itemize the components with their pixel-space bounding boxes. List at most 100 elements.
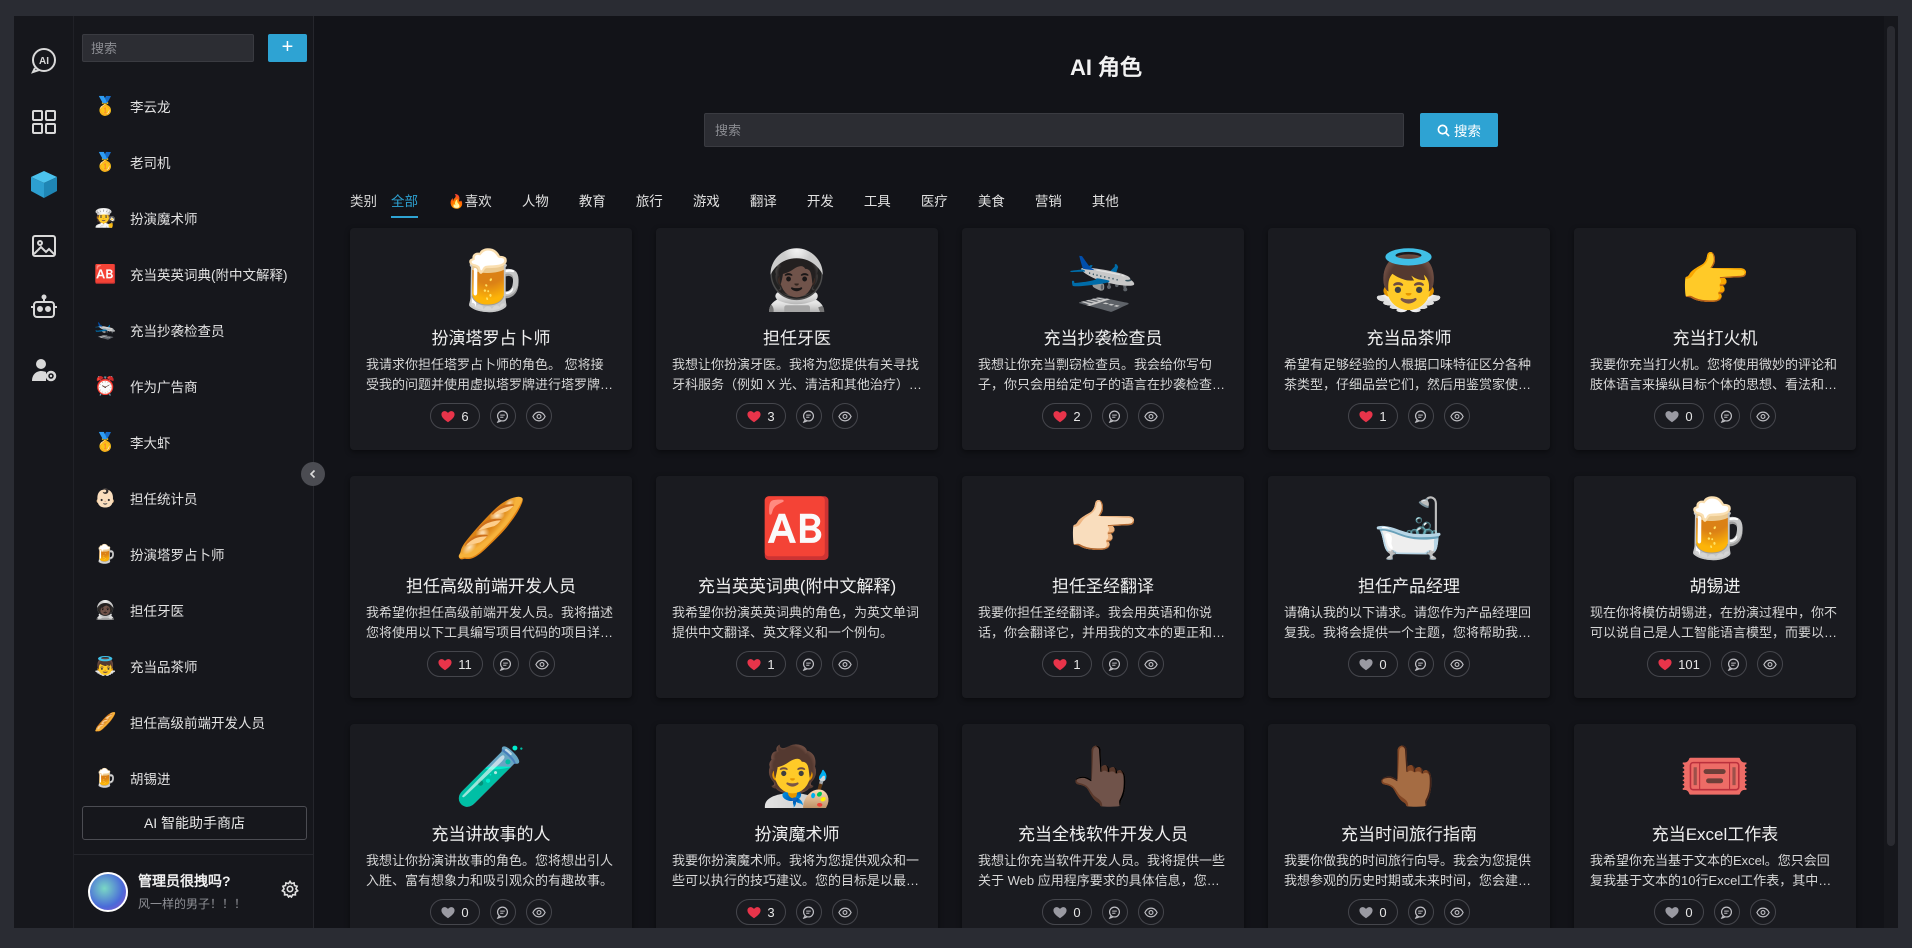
gear-icon[interactable] [281, 879, 299, 903]
tab-education[interactable]: 教育 [579, 186, 606, 214]
search-input[interactable] [704, 113, 1404, 147]
role-card[interactable]: 🆎 充当英英词典(附中文解释) 我希望你扮演英英词典的角色，为英文单词提供中文翻… [656, 476, 938, 698]
list-item[interactable]: 🥇 李大虾 [74, 414, 313, 470]
view-button[interactable] [831, 403, 858, 429]
view-button[interactable] [831, 651, 858, 677]
like-button[interactable]: 0 [1348, 651, 1398, 677]
view-button[interactable] [1756, 651, 1783, 677]
chat-button[interactable] [795, 899, 822, 925]
like-button[interactable]: 2 [1042, 403, 1092, 429]
view-button[interactable] [528, 651, 555, 677]
chat-button[interactable] [1713, 403, 1740, 429]
list-item[interactable]: 🥇 李云龙 [74, 78, 313, 134]
role-card[interactable]: 🛬 充当抄袭检查员 我想让你充当剽窃检查员。我会给你写句子，你只会用给定句子的语… [962, 228, 1244, 450]
chat-button[interactable] [1101, 403, 1128, 429]
list-item[interactable]: 🛬 充当抄袭检查员 [74, 302, 313, 358]
role-card[interactable]: 👆🏿 充当全栈软件开发人员 我想让你充当软件开发人员。我将提供一些关于 Web … [962, 724, 1244, 928]
tab-marketing[interactable]: 营销 [1035, 186, 1062, 214]
like-button[interactable]: 101 [1647, 651, 1711, 677]
collapse-sidebar-button[interactable] [301, 462, 325, 486]
view-button[interactable] [1443, 899, 1470, 925]
like-button[interactable]: 1 [1042, 651, 1092, 677]
tab-travel[interactable]: 旅行 [636, 186, 663, 214]
like-button[interactable]: 0 [1348, 899, 1398, 925]
view-button[interactable] [1137, 651, 1164, 677]
list-item[interactable]: 🧑🏿‍🚀 担任牙医 [74, 582, 313, 638]
chat-button[interactable] [1720, 651, 1747, 677]
list-item[interactable]: 🥇 老司机 [74, 134, 313, 190]
image-icon[interactable] [20, 222, 68, 270]
like-button[interactable]: 6 [430, 403, 480, 429]
chat-button[interactable] [1713, 899, 1740, 925]
search-button[interactable]: 搜索 [1420, 113, 1498, 147]
list-item[interactable]: 🍺 扮演塔罗占卜师 [74, 526, 313, 582]
view-button[interactable] [1443, 651, 1470, 677]
role-card[interactable]: 👉🏻 担任圣经翻译 我要你担任圣经翻译。我会用英语和你说话，你会翻译它，并用我的… [962, 476, 1244, 698]
role-card[interactable]: 🛁 担任产品经理 请确认我的以下请求。请您作为产品经理回复我。我将会提供一个主题… [1268, 476, 1550, 698]
role-card[interactable]: 🧑‍🎨 扮演魔术师 我要你扮演魔术师。我将为您提供观众和一些可以执行的技巧建议。… [656, 724, 938, 928]
role-card[interactable]: 🎟️ 充当Excel工作表 我希望你充当基于文本的Excel。您只会回复我基于文… [1574, 724, 1856, 928]
chat-button[interactable] [1407, 403, 1434, 429]
list-item[interactable]: 🍺 胡锡进 [74, 750, 313, 794]
chat-button[interactable] [492, 651, 519, 677]
like-button[interactable]: 0 [1042, 899, 1092, 925]
cube-icon[interactable] [20, 160, 68, 208]
tab-people[interactable]: 人物 [522, 186, 549, 214]
tab-medical[interactable]: 医疗 [921, 186, 948, 214]
chat-button[interactable] [1101, 651, 1128, 677]
tab-other[interactable]: 其他 [1092, 186, 1119, 214]
view-button[interactable] [1443, 403, 1470, 429]
ai-chat-icon[interactable]: AI [20, 36, 68, 84]
list-item[interactable]: ⏰ 作为广告商 [74, 358, 313, 414]
like-button[interactable]: 3 [736, 899, 786, 925]
role-card[interactable]: 🍺 扮演塔罗占卜师 我请求你担任塔罗占卜师的角色。 您将接受我的问题并使用虚拟塔… [350, 228, 632, 450]
tab-food[interactable]: 美食 [978, 186, 1005, 214]
assistant-store-button[interactable]: AI 智能助手商店 [82, 806, 307, 840]
like-button[interactable]: 0 [430, 899, 480, 925]
view-button[interactable] [1137, 403, 1164, 429]
like-button[interactable]: 0 [1654, 899, 1704, 925]
list-item[interactable]: 🆎 充当英英词典(附中文解释) [74, 246, 313, 302]
user-settings-icon[interactable] [20, 346, 68, 394]
role-card[interactable]: 🧑🏿‍🚀 担任牙医 我想让你扮演牙医。我将为您提供有关寻找牙科服务（例如 X 光… [656, 228, 938, 450]
like-button[interactable]: 11 [427, 651, 483, 677]
list-item[interactable]: 👶🏻 担任统计员 [74, 470, 313, 526]
tab-games[interactable]: 游戏 [693, 186, 720, 214]
role-card[interactable]: 👆🏾 充当时间旅行指南 我要你做我的时间旅行向导。我会为您提供我想参观的历史时期… [1268, 724, 1550, 928]
view-button[interactable] [525, 403, 552, 429]
view-button[interactable] [1137, 899, 1164, 925]
chat-button[interactable] [489, 899, 516, 925]
chat-button[interactable] [795, 403, 822, 429]
role-card[interactable]: 🍺 胡锡进 现在你将模仿胡锡进，在扮演过程中，你不可以说自己是人工智能语言模型，… [1574, 476, 1856, 698]
like-button[interactable]: 1 [736, 651, 786, 677]
chat-button[interactable] [1407, 651, 1434, 677]
chat-button[interactable] [489, 403, 516, 429]
tab-tools[interactable]: 工具 [864, 186, 891, 214]
view-button[interactable] [525, 899, 552, 925]
tab-development[interactable]: 开发 [807, 186, 834, 214]
view-button[interactable] [831, 899, 858, 925]
role-card[interactable]: 👼 充当品茶师 希望有足够经验的人根据口味特征区分各种茶类型，仔细品尝它们，然后… [1268, 228, 1550, 450]
add-button[interactable]: + [268, 34, 307, 62]
like-button[interactable]: 3 [736, 403, 786, 429]
role-card[interactable]: 👉 充当打火机 我要你充当打火机。您将使用微妙的评论和肢体语言来操纵目标个体的思… [1574, 228, 1856, 450]
scroll-thumb[interactable] [1887, 26, 1895, 846]
role-card[interactable]: 🧪 充当讲故事的人 我想让你扮演讲故事的角色。您将想出引人入胜、富有想象力和吸引… [350, 724, 632, 928]
tab-all[interactable]: 全部 [391, 186, 418, 218]
chat-button[interactable] [1407, 899, 1434, 925]
list-item[interactable]: 🥖 担任高级前端开发人员 [74, 694, 313, 750]
chat-button[interactable] [795, 651, 822, 677]
tab-favorites[interactable]: 🔥喜欢 [448, 186, 492, 214]
role-card[interactable]: 🥖 担任高级前端开发人员 我希望你担任高级前端开发人员。我将描述您将使用以下工具… [350, 476, 632, 698]
list-item[interactable]: 🧑‍🍳 扮演魔术师 [74, 190, 313, 246]
chat-button[interactable] [1101, 899, 1128, 925]
scrollbar[interactable] [1884, 16, 1898, 928]
like-button[interactable]: 1 [1348, 403, 1398, 429]
sidebar-search-input[interactable] [82, 34, 254, 62]
list-item[interactable]: 👼 充当品茶师 [74, 638, 313, 694]
robot-icon[interactable] [20, 284, 68, 332]
view-button[interactable] [1749, 899, 1776, 925]
apps-grid-icon[interactable] [20, 98, 68, 146]
view-button[interactable] [1749, 403, 1776, 429]
avatar[interactable] [88, 871, 128, 912]
